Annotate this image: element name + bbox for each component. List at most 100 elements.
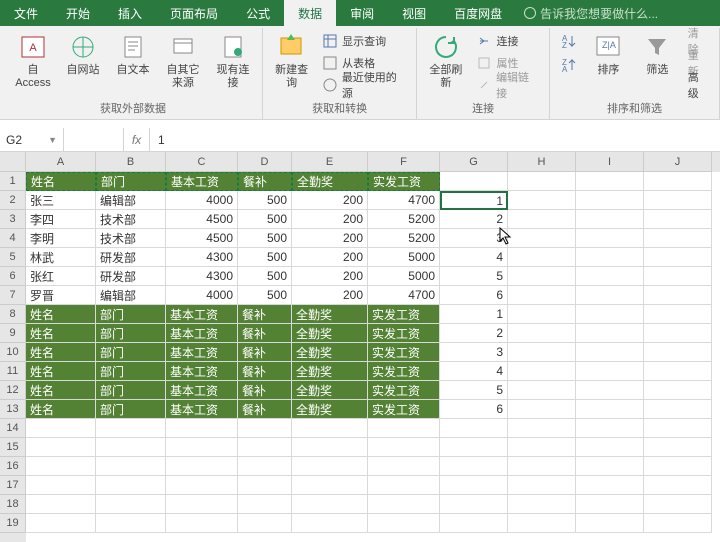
cell[interactable]: 部门 <box>96 343 166 362</box>
cell[interactable]: 1 <box>440 305 508 324</box>
cell[interactable]: 餐补 <box>238 381 292 400</box>
btn-filter[interactable]: 筛选 <box>635 30 680 79</box>
btn-refresh-all[interactable]: 全部刷新 <box>423 30 468 92</box>
cell[interactable]: 实发工资 <box>368 381 440 400</box>
cell[interactable] <box>576 305 644 324</box>
cell[interactable]: 2 <box>440 210 508 229</box>
cell[interactable] <box>368 476 440 495</box>
cell[interactable] <box>508 476 576 495</box>
row-header[interactable]: 19 <box>0 514 26 533</box>
row-header[interactable]: 5 <box>0 248 26 267</box>
cell[interactable] <box>368 495 440 514</box>
row-header[interactable]: 7 <box>0 286 26 305</box>
cell[interactable]: 全勤奖 <box>292 400 368 419</box>
select-all-corner[interactable] <box>0 152 26 172</box>
cell[interactable] <box>96 438 166 457</box>
cell[interactable]: 500 <box>238 267 292 286</box>
tab-data[interactable]: 数据 <box>284 0 336 26</box>
cell[interactable]: 5000 <box>368 248 440 267</box>
cell[interactable]: 500 <box>238 248 292 267</box>
row-header[interactable]: 2 <box>0 191 26 210</box>
cell[interactable]: 4 <box>440 248 508 267</box>
btn-from-access[interactable]: A自 Access <box>10 30 56 92</box>
cell[interactable]: 基本工资 <box>166 324 238 343</box>
cell[interactable]: 全勤奖 <box>292 343 368 362</box>
cell[interactable] <box>238 419 292 438</box>
cell[interactable] <box>292 457 368 476</box>
tab-formulas[interactable]: 公式 <box>232 0 284 26</box>
cell[interactable] <box>576 210 644 229</box>
cell[interactable]: 4 <box>440 362 508 381</box>
cell[interactable] <box>576 229 644 248</box>
btn-advanced[interactable]: 高级 <box>684 74 713 96</box>
cell[interactable] <box>508 172 576 191</box>
row-header[interactable]: 16 <box>0 457 26 476</box>
cell[interactable]: 餐补 <box>238 324 292 343</box>
cell[interactable]: 姓名 <box>26 381 96 400</box>
cell[interactable] <box>508 343 576 362</box>
cell[interactable] <box>576 324 644 343</box>
row-header[interactable]: 3 <box>0 210 26 229</box>
cell[interactable] <box>238 457 292 476</box>
cell[interactable] <box>576 457 644 476</box>
col-header[interactable]: I <box>576 152 644 172</box>
cell[interactable]: 全勤奖 <box>292 362 368 381</box>
cell[interactable] <box>26 514 96 533</box>
cell[interactable]: 罗晋 <box>26 286 96 305</box>
cell[interactable]: 姓名 <box>26 305 96 324</box>
cell[interactable]: 张红 <box>26 267 96 286</box>
row-header[interactable]: 12 <box>0 381 26 400</box>
tab-file[interactable]: 文件 <box>0 0 52 26</box>
cell[interactable]: 6 <box>440 286 508 305</box>
cell[interactable] <box>644 229 712 248</box>
cell[interactable] <box>166 438 238 457</box>
tell-me[interactable]: 告诉我您想要做什么... <box>524 0 658 26</box>
cell[interactable] <box>26 495 96 514</box>
cell[interactable]: 1 <box>440 191 508 210</box>
cell[interactable]: 姓名 <box>26 324 96 343</box>
cell[interactable] <box>292 514 368 533</box>
cell[interactable]: 研发部 <box>96 248 166 267</box>
tab-home[interactable]: 开始 <box>52 0 104 26</box>
btn-existing-conn[interactable]: 现有连接 <box>210 30 256 92</box>
cell[interactable]: 5 <box>440 267 508 286</box>
cell[interactable] <box>26 419 96 438</box>
cell[interactable]: 6 <box>440 400 508 419</box>
cell[interactable] <box>440 438 508 457</box>
cell[interactable] <box>368 438 440 457</box>
cell[interactable] <box>440 172 508 191</box>
cell[interactable]: 200 <box>292 248 368 267</box>
row-header[interactable]: 10 <box>0 343 26 362</box>
cell[interactable]: 实发工资 <box>368 400 440 419</box>
cell[interactable] <box>576 476 644 495</box>
cell[interactable]: 4700 <box>368 286 440 305</box>
cell[interactable] <box>576 191 644 210</box>
cell[interactable] <box>644 191 712 210</box>
col-header[interactable]: G <box>440 152 508 172</box>
tab-baidu[interactable]: 百度网盘 <box>440 0 516 26</box>
col-header[interactable]: A <box>26 152 96 172</box>
btn-recent-sources[interactable]: 最近使用的源 <box>318 74 410 96</box>
cell[interactable]: 技术部 <box>96 210 166 229</box>
cell[interactable] <box>508 267 576 286</box>
cell[interactable] <box>368 419 440 438</box>
cell[interactable] <box>508 248 576 267</box>
cell[interactable] <box>644 514 712 533</box>
cell[interactable]: 部门 <box>96 324 166 343</box>
btn-new-query[interactable]: 新建查询 <box>269 30 314 92</box>
cell[interactable]: 实发工资 <box>368 305 440 324</box>
cell[interactable]: 基本工资 <box>166 381 238 400</box>
cell[interactable]: 基本工资 <box>166 400 238 419</box>
cell[interactable] <box>644 343 712 362</box>
cell[interactable] <box>96 419 166 438</box>
cell[interactable] <box>508 229 576 248</box>
cell[interactable] <box>508 419 576 438</box>
cell[interactable]: 餐补 <box>238 362 292 381</box>
header-cell[interactable]: 部门 <box>96 172 166 191</box>
cell[interactable]: 2 <box>440 324 508 343</box>
cell[interactable] <box>644 286 712 305</box>
cell[interactable] <box>508 457 576 476</box>
row-header[interactable]: 18 <box>0 495 26 514</box>
btn-sort-asc[interactable]: AZ <box>556 30 582 52</box>
header-cell[interactable]: 实发工资 <box>368 172 440 191</box>
